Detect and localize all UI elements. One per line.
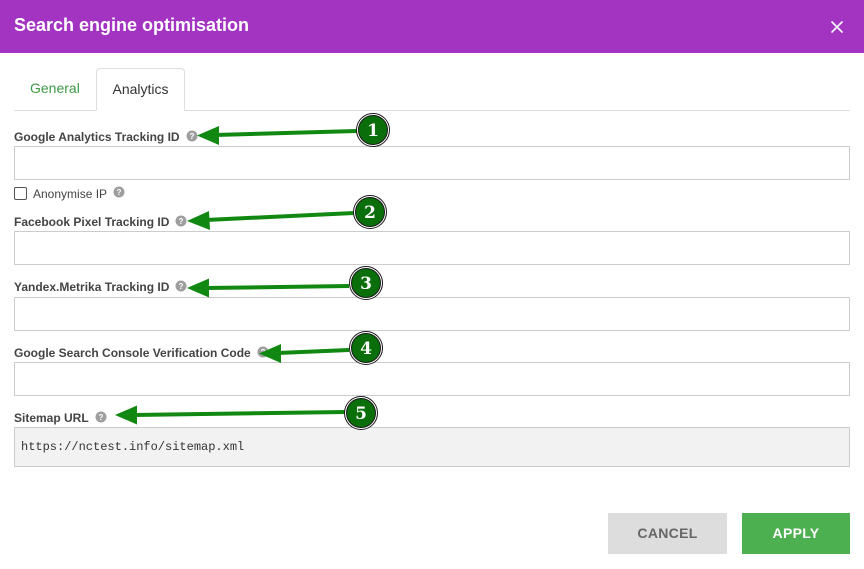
svg-text:?: ? — [179, 282, 184, 291]
question-circle-icon[interactable]: ? — [186, 130, 198, 142]
annotation-marker-2: 2 — [353, 195, 387, 229]
apply-button[interactable]: APPLY — [742, 513, 850, 554]
svg-text:?: ? — [98, 413, 103, 422]
sitemap-url-label: Sitemap URL? — [14, 411, 107, 425]
annotation-marker-1-text: 1 — [367, 121, 379, 141]
question-circle-icon[interactable]: ? — [175, 215, 187, 227]
annotation-arrow-2 — [187, 211, 355, 230]
tab-bar: General Analytics — [14, 68, 850, 111]
anonymise-ip-label: Anonymise IP — [33, 186, 108, 201]
annotation-marker-2-text: 2 — [364, 203, 376, 223]
svg-text:?: ? — [117, 188, 122, 197]
facebook-pixel-label: Facebook Pixel Tracking ID? — [14, 215, 187, 229]
annotation-arrow-3 — [187, 278, 350, 298]
question-circle-icon[interactable]: ? — [175, 280, 187, 292]
dialog-title: Search engine optimisation — [14, 15, 250, 35]
yandex-metrika-label: Yandex.Metrika Tracking ID? — [14, 280, 187, 294]
annotation-arrow-4 — [259, 344, 350, 363]
yandex-metrika-input[interactable] — [14, 297, 850, 331]
annotation-marker-5: 5 — [344, 396, 378, 430]
yandex-metrika-label-text: Yandex.Metrika Tracking ID — [14, 280, 170, 294]
close-icon — [831, 21, 843, 33]
svg-text:?: ? — [179, 217, 184, 226]
anonymise-ip-row: Anonymise IP? — [14, 185, 125, 201]
annotation-arrow-5 — [115, 405, 346, 425]
seo-dialog: Search engine optimisation General Analy… — [0, 0, 864, 569]
svg-text:?: ? — [189, 132, 194, 141]
sitemap-url-input[interactable] — [14, 427, 850, 467]
sitemap-url-label-text: Sitemap URL — [14, 411, 89, 425]
annotation-marker-3-text: 3 — [360, 274, 372, 294]
facebook-pixel-input[interactable] — [14, 231, 850, 265]
cancel-button[interactable]: CANCEL — [608, 513, 727, 554]
svg-text:?: ? — [260, 348, 265, 357]
annotation-arrow-1 — [197, 126, 358, 145]
question-circle-icon[interactable]: ? — [95, 411, 107, 423]
question-circle-icon[interactable]: ? — [113, 186, 125, 198]
annotation-marker-4-text: 4 — [360, 339, 372, 359]
tab-analytics[interactable]: Analytics — [96, 68, 185, 111]
annotation-marker-4: 4 — [349, 331, 383, 365]
google-analytics-input[interactable] — [14, 146, 850, 180]
tab-general[interactable]: General — [14, 68, 96, 109]
annotation-marker-1: 1 — [356, 113, 390, 147]
annotation-marker-5-text: 5 — [355, 404, 367, 424]
dialog-header: Search engine optimisation — [0, 0, 864, 53]
question-circle-icon[interactable]: ? — [257, 346, 269, 358]
facebook-pixel-label-text: Facebook Pixel Tracking ID — [14, 215, 170, 229]
annotation-marker-3: 3 — [349, 266, 383, 300]
google-search-console-label: Google Search Console Verification Code? — [14, 346, 269, 360]
anonymise-ip-checkbox[interactable] — [14, 187, 27, 201]
google-analytics-label: Google Analytics Tracking ID? — [14, 130, 198, 144]
google-analytics-label-text: Google Analytics Tracking ID — [14, 130, 180, 144]
google-search-console-label-text: Google Search Console Verification Code — [14, 346, 251, 360]
close-button[interactable] — [826, 16, 848, 38]
google-search-console-input[interactable] — [14, 362, 850, 396]
